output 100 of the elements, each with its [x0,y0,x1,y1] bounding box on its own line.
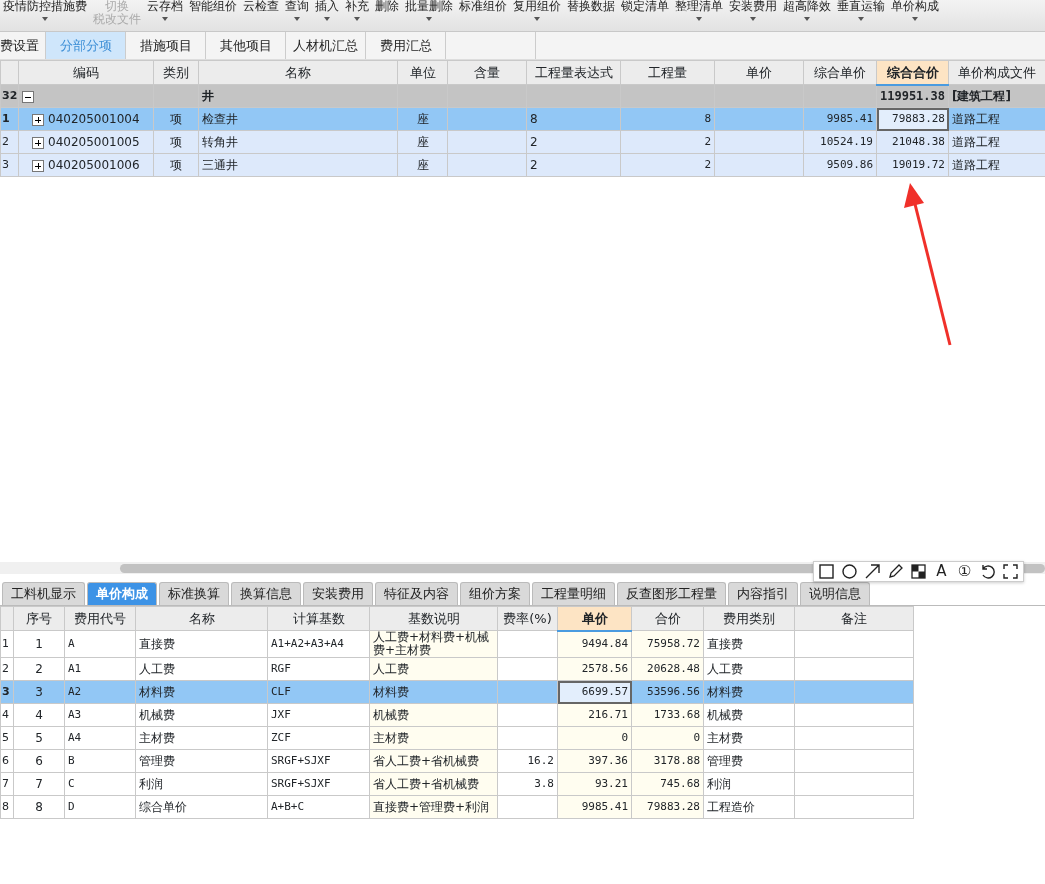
tab[interactable]: 标准换算 [159,582,229,605]
tab[interactable]: 换算信息 [231,582,301,605]
row-number: 2 [0,657,14,681]
tab[interactable]: 安装费用 [303,582,373,605]
tab[interactable]: 说明信息 [800,582,870,605]
toolbar-button[interactable]: 复用组价 [510,0,564,21]
column-header[interactable]: 名称 [135,606,268,631]
row-number: 5 [0,726,14,750]
toolbar-button[interactable]: 锁定清单 [618,0,672,13]
code-text: 040205001004 [48,112,140,126]
row-number: 3 [0,153,19,177]
column-header[interactable]: 基数说明 [369,606,498,631]
tab[interactable]: 费设置 [0,32,46,59]
toolbar-button[interactable]: 超高降效 [780,0,834,21]
table-cell: 省人工费+省机械费 [369,772,498,796]
arrow-icon[interactable] [864,563,881,580]
tab[interactable]: 特征及内容 [375,582,458,605]
column-header[interactable]: 备注 [794,606,914,631]
table-cell: 人工费+材料费+机械费+主材费 [369,630,498,658]
mosaic-icon[interactable] [910,563,927,580]
column-header[interactable]: 单价 [557,606,632,631]
table-cell: 管理费 [135,749,268,773]
column-header[interactable]: 单位 [397,60,448,85]
table-cell: 省人工费+省机械费 [369,749,498,773]
row-number: 3 [0,680,14,704]
table-cell: 主材费 [369,726,498,750]
column-header[interactable]: 编码 [18,60,154,85]
toolbar-button[interactable]: 查询 [282,0,312,21]
table-cell: 直接费 [135,630,268,658]
column-header[interactable]: 类别 [153,60,199,85]
toolbar-button[interactable]: 疫情防控措施费 [0,0,90,21]
table-cell: 直接费 [703,630,795,658]
toolbar-button[interactable]: 垂直运输 [834,0,888,21]
column-header[interactable]: 单价构成文件 [948,60,1045,85]
annotation-tool[interactable]: A [933,563,950,580]
column-header[interactable]: 单价 [714,60,804,85]
row-number: 7 [0,772,14,796]
table-cell: 机械费 [135,703,268,727]
tab[interactable]: 内容指引 [728,582,798,605]
expand-icon[interactable] [1002,563,1019,580]
table-cell: 检查井 [198,107,398,131]
column-header[interactable]: 计算基数 [267,606,370,631]
table-cell: 三通井 [198,153,398,177]
table-cell: 人工费 [135,657,268,681]
column-header[interactable]: 费用类别 [703,606,795,631]
table-cell: 井 [198,84,398,108]
column-header[interactable]: 名称 [198,60,398,85]
column-header[interactable]: 含量 [447,60,527,85]
column-header[interactable]: 序号 [13,606,65,631]
table-cell: 75958.72 [631,630,704,658]
table-cell: 利润 [135,772,268,796]
toolbar-button[interactable]: 智能组价 [186,0,240,13]
row-number: 2 [0,130,19,154]
table-cell: 综合单价 [135,795,268,819]
table-cell: 转角井 [198,130,398,154]
toolbar-button[interactable]: 云存档 [144,0,186,21]
expand-icon[interactable] [32,113,44,126]
expand-icon[interactable] [32,159,44,172]
circle-icon[interactable] [841,563,858,580]
column-header[interactable]: 综合合价 [876,60,949,85]
expand-icon[interactable] [32,136,44,149]
table-cell: 人工费 [369,657,498,681]
toolbar-button[interactable]: 批量删除 [402,0,456,21]
square-icon[interactable] [818,563,835,580]
toolbar-button[interactable]: 删除 [372,0,402,13]
annotation-tool[interactable]: ① [956,563,973,580]
column-header[interactable]: 工程量 [620,60,715,85]
tab[interactable]: 工程量明细 [532,582,615,605]
tab[interactable]: 组价方案 [460,582,530,605]
toolbar-button[interactable]: 云检查 [240,0,282,13]
code-text: 040205001006 [48,158,140,172]
undo-icon[interactable] [979,563,996,580]
table-cell: 主材费 [135,726,268,750]
tab[interactable]: 反查图形工程量 [617,582,726,605]
table-cell: 材料费 [135,680,268,704]
column-header[interactable]: 费用代号 [64,606,136,631]
collapse-icon[interactable] [22,90,34,103]
row-number: 6 [0,749,14,773]
toolbar-button[interactable]: 整理清单 [672,0,726,21]
table-cell: A [64,630,136,658]
tab[interactable]: 工料机显示 [2,582,85,605]
toolbar-button[interactable]: 补充 [342,0,372,21]
pencil-icon[interactable] [887,563,904,580]
table-cell: 直接费+管理费+利润 [369,795,498,819]
toolbar-button[interactable]: 插入 [312,0,342,21]
row-number: 1 [0,107,19,131]
table-cell: 9494.84 [557,630,632,658]
toolbar-button[interactable]: 标准组价 [456,0,510,13]
row-number: 4 [0,703,14,727]
table-cell: 材料费 [369,680,498,704]
column-header[interactable]: 费率(%) [497,606,558,631]
toolbar-button[interactable]: 单价构成 [888,0,942,21]
row-number: 32 [0,84,19,108]
toolbar-button[interactable]: 替换数据 [564,0,618,13]
column-header[interactable]: 工程量表达式 [526,60,621,85]
column-header[interactable]: 合价 [631,606,704,631]
row-number: 8 [0,795,14,819]
toolbar-button[interactable]: 安装费用 [726,0,780,21]
column-header[interactable]: 综合单价 [803,60,877,85]
table-cell: 机械费 [369,703,498,727]
